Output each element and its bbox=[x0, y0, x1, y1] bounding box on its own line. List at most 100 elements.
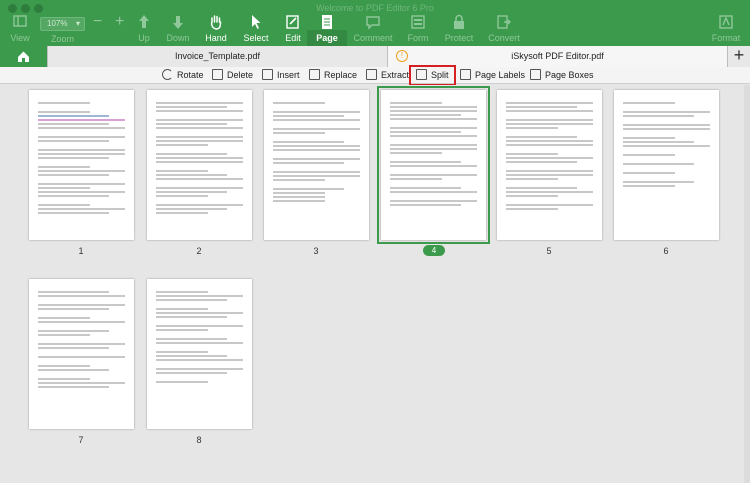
page-labels-icon bbox=[460, 69, 471, 81]
document-tab-bar: Invoice_Template.pdf ! iSkysoft PDF Edit… bbox=[0, 46, 750, 67]
comment-icon bbox=[353, 14, 393, 31]
protect-label: Protect bbox=[444, 33, 474, 43]
page-number-6: 6 bbox=[663, 246, 669, 256]
tab-iskysoft-pdf-editor[interactable]: ! iSkysoft PDF Editor.pdf bbox=[387, 46, 727, 67]
split-icon bbox=[416, 69, 427, 81]
page-labels-button[interactable]: Page Labels bbox=[460, 68, 525, 83]
page-thumbnail-4[interactable] bbox=[377, 86, 490, 244]
page-thumbnail-3[interactable] bbox=[264, 90, 369, 240]
cursor-icon bbox=[236, 14, 276, 31]
arrow-down-icon bbox=[158, 14, 198, 31]
comment-button[interactable]: Comment bbox=[353, 14, 393, 43]
delete-button[interactable]: Delete bbox=[212, 68, 253, 83]
page-content-preview bbox=[38, 102, 125, 230]
split-label: Split bbox=[431, 70, 449, 80]
page-number-3: 3 bbox=[313, 246, 319, 256]
extract-label: Extract bbox=[381, 70, 410, 80]
insert-icon bbox=[262, 69, 273, 81]
protect-button[interactable]: Protect bbox=[439, 14, 479, 43]
page-thumbnail-2[interactable] bbox=[147, 90, 252, 240]
add-tab-button[interactable]: + bbox=[727, 46, 750, 67]
zoom-select[interactable]: 107% ▾ bbox=[40, 17, 85, 31]
main-toolbar: Welcome to PDF Editor 6 Pro View 107% ▾ … bbox=[0, 0, 750, 46]
page-boxes-label: Page Boxes bbox=[545, 70, 594, 80]
hand-icon bbox=[196, 14, 236, 31]
edit-label: Edit bbox=[285, 33, 301, 43]
select-button[interactable]: Select bbox=[236, 14, 276, 43]
zoom-label: Zoom bbox=[50, 34, 74, 44]
form-icon bbox=[398, 14, 438, 31]
page-content-preview bbox=[38, 291, 125, 419]
page-content-preview bbox=[156, 102, 243, 230]
page-boxes-button[interactable]: Page Boxes bbox=[530, 68, 594, 83]
page-boxes-icon bbox=[530, 69, 541, 81]
page-number-4-selected: 4 bbox=[423, 245, 445, 256]
extract-icon bbox=[366, 69, 377, 81]
convert-label: Convert bbox=[488, 33, 520, 43]
zoom-in-button[interactable]: + bbox=[115, 13, 124, 31]
window-title: Welcome to PDF Editor 6 Pro bbox=[316, 3, 434, 13]
page-number-8: 8 bbox=[196, 435, 202, 445]
down-label: Down bbox=[166, 33, 190, 43]
delete-icon bbox=[212, 69, 223, 81]
form-button[interactable]: Form bbox=[398, 14, 438, 43]
delete-label: Delete bbox=[227, 70, 254, 80]
page-number-1: 1 bbox=[78, 246, 84, 256]
format-icon bbox=[706, 14, 746, 31]
page-content-preview bbox=[623, 102, 710, 230]
page-thumbnail-6[interactable] bbox=[614, 90, 719, 240]
rotate-label: Rotate bbox=[177, 70, 204, 80]
form-label: Form bbox=[407, 33, 429, 43]
select-label: Select bbox=[243, 33, 269, 43]
view-icon bbox=[0, 14, 40, 31]
page-content-preview bbox=[156, 291, 243, 419]
view-button[interactable]: View bbox=[0, 14, 40, 43]
split-button[interactable]: Split bbox=[409, 65, 456, 86]
page-thumbnail-1[interactable] bbox=[29, 90, 134, 240]
page-thumbnail-8[interactable] bbox=[147, 279, 252, 429]
page-button[interactable]: Page bbox=[307, 14, 347, 43]
up-label: Up bbox=[138, 33, 150, 43]
warning-icon: ! bbox=[396, 50, 408, 62]
convert-icon bbox=[484, 14, 524, 31]
page-label: Page bbox=[316, 33, 338, 43]
page-number-2: 2 bbox=[196, 246, 202, 256]
page-number-5: 5 bbox=[546, 246, 552, 256]
down-button[interactable]: Down bbox=[158, 14, 198, 43]
comment-label: Comment bbox=[353, 33, 393, 43]
insert-label: Insert bbox=[277, 70, 300, 80]
zoom-value: 107% bbox=[47, 19, 68, 28]
page-content-preview bbox=[390, 102, 477, 230]
page-toolbar: Rotate Delete Insert Replace Extract Spl… bbox=[0, 65, 750, 86]
chevron-down-icon: ▾ bbox=[75, 19, 80, 28]
page-content-preview bbox=[506, 102, 593, 230]
page-content-preview bbox=[273, 102, 360, 230]
hand-label: Hand bbox=[205, 33, 227, 43]
replace-button[interactable]: Replace bbox=[309, 68, 357, 83]
home-button[interactable] bbox=[0, 46, 47, 67]
tab-invoice-template[interactable]: Invoice_Template.pdf bbox=[47, 46, 387, 67]
replace-icon bbox=[309, 69, 320, 81]
convert-button[interactable]: Convert bbox=[484, 14, 524, 43]
format-button[interactable]: Format bbox=[706, 14, 746, 43]
tab-invoice-template-label: Invoice_Template.pdf bbox=[174, 51, 261, 61]
home-icon bbox=[18, 51, 29, 62]
insert-button[interactable]: Insert bbox=[262, 68, 300, 83]
lock-icon bbox=[439, 14, 479, 31]
rotate-icon bbox=[162, 69, 173, 81]
vertical-scrollbar[interactable] bbox=[744, 85, 750, 483]
extract-button[interactable]: Extract bbox=[366, 68, 409, 83]
page-thumbnail-7[interactable] bbox=[29, 279, 134, 429]
page-thumbnail-5[interactable] bbox=[497, 90, 602, 240]
page-thumbnail-grid: 1 2 3 4 5 6 7 8 bbox=[0, 85, 750, 483]
view-label: View bbox=[10, 33, 30, 43]
page-number-7: 7 bbox=[78, 435, 84, 445]
format-label: Format bbox=[711, 33, 741, 43]
zoom-out-button[interactable]: − bbox=[93, 13, 102, 31]
tab-iskysoft-pdf-editor-label: iSkysoft PDF Editor.pdf bbox=[511, 51, 604, 61]
page-icon bbox=[307, 14, 347, 31]
rotate-button[interactable]: Rotate bbox=[162, 68, 204, 83]
hand-button[interactable]: Hand bbox=[196, 14, 236, 43]
replace-label: Replace bbox=[324, 70, 358, 80]
page-labels-label: Page Labels bbox=[475, 70, 526, 80]
